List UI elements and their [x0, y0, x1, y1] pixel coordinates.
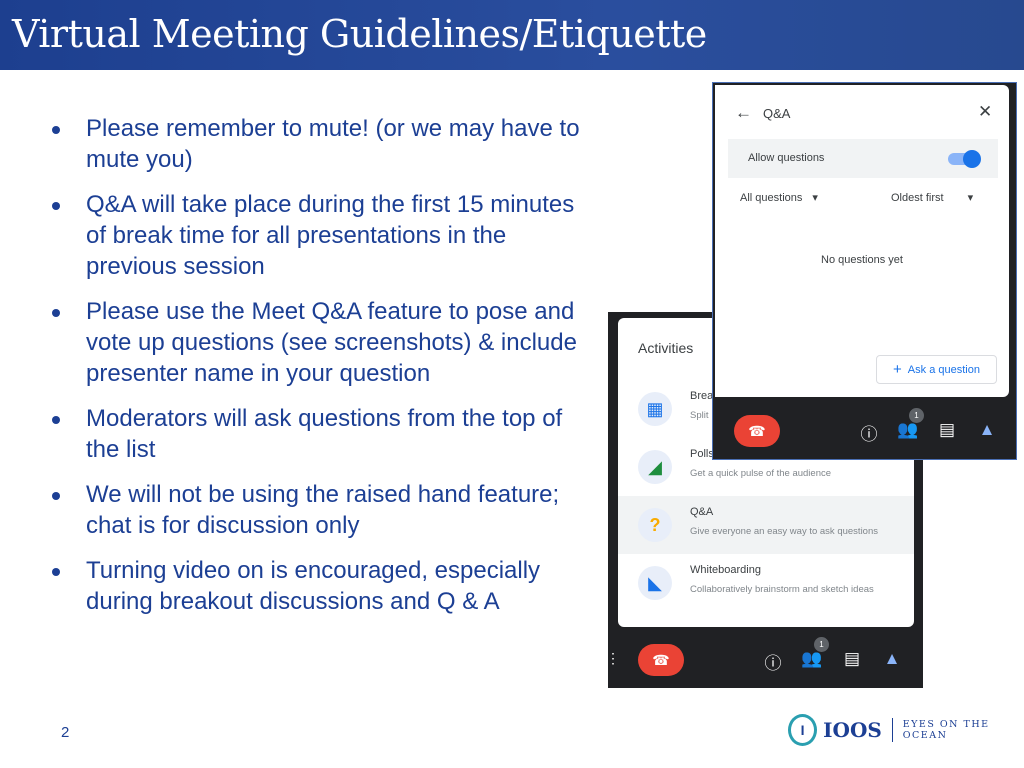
- bullet-icon: [52, 492, 60, 500]
- ask-label: Ask a question: [907, 363, 980, 376]
- bullet-item: Please remember to mute! (or we may have…: [48, 113, 588, 175]
- question-icon: ?: [638, 508, 672, 542]
- empty-state: No questions yet: [821, 254, 903, 266]
- people-badge: 1: [909, 408, 924, 423]
- ioos-logo: I IOOS EYES ON THE OCEAN: [788, 714, 1024, 746]
- dropdown-arrow-icon: ▾: [967, 192, 974, 204]
- activity-qa[interactable]: ? Q&A Give everyone an easy way to ask que…: [618, 496, 914, 554]
- info-icon[interactable]: ⓘ: [762, 649, 784, 674]
- bullet-icon: [52, 568, 60, 576]
- activity-name: Whiteboarding: [690, 564, 761, 576]
- filter-dropdown[interactable]: All questions ▾: [740, 191, 818, 204]
- bullet-item: Q&A will take place during the first 15 …: [48, 189, 588, 282]
- ask-question-button[interactable]: + Ask a question: [876, 355, 997, 384]
- ioos-logo-icon: I: [788, 714, 818, 746]
- filter-value: All questions: [740, 192, 803, 204]
- plus-icon: +: [893, 361, 902, 378]
- activities-icon[interactable]: ▲: [976, 420, 998, 440]
- activities-icon[interactable]: ▲: [881, 649, 903, 669]
- activity-desc: Collaboratively brainstorm and sketch id…: [690, 584, 874, 595]
- activity-name: Brea: [690, 390, 714, 402]
- bullet-text: Turning video on is encouraged, especial…: [86, 557, 541, 615]
- qa-title: Q&A: [763, 106, 791, 121]
- breakout-icon: ▦: [638, 392, 672, 426]
- more-options-icon[interactable]: ⋮: [602, 650, 624, 667]
- allow-questions-label: Allow questions: [748, 152, 825, 164]
- activity-desc: Split: [690, 410, 709, 421]
- hangup-button[interactable]: ☎: [734, 415, 780, 447]
- bullet-icon: [52, 416, 60, 424]
- polls-icon: ◢: [638, 450, 672, 484]
- bullet-text: We will not be using the raised hand fea…: [86, 481, 560, 539]
- page-number: 2: [61, 724, 70, 741]
- meet-toolbar: ☎ ⓘ 👥 1 ▤ ▲: [713, 399, 1016, 459]
- activity-desc: Get a quick pulse of the audience: [690, 468, 832, 479]
- bullet-icon: [52, 202, 60, 210]
- slide-title: Virtual Meeting Guidelines/Etiquette: [12, 12, 707, 56]
- title-bar: Virtual Meeting Guidelines/Etiquette: [0, 0, 1024, 70]
- sort-dropdown[interactable]: Oldest first ▾: [891, 191, 973, 204]
- bullet-item: Moderators will ask questions from the t…: [48, 403, 588, 465]
- activities-title: Activities: [638, 340, 694, 356]
- bullet-icon: [52, 309, 60, 317]
- people-icon[interactable]: 👥: [801, 649, 823, 669]
- bullet-icon: [52, 126, 60, 134]
- bullet-text: Please remember to mute! (or we may have…: [86, 115, 580, 173]
- qa-panel: ← Q&A ✕ Allow questions All questions ▾ O…: [715, 85, 1009, 397]
- activity-whiteboarding[interactable]: ◣ Whiteboarding Collaboratively brainstorm…: [618, 554, 914, 612]
- whiteboard-icon: ◣: [638, 566, 672, 600]
- bullet-text: Q&A will take place during the first 15 …: [86, 191, 575, 280]
- close-icon[interactable]: ✕: [978, 102, 992, 122]
- dropdown-arrow-icon: ▾: [812, 192, 818, 204]
- people-icon[interactable]: 👥: [897, 420, 919, 440]
- qa-screenshot: ← Q&A ✕ Allow questions All questions ▾ O…: [712, 82, 1017, 460]
- allow-questions-toggle[interactable]: [948, 150, 981, 168]
- sort-value: Oldest first: [891, 192, 944, 204]
- allow-questions-row: Allow questions: [728, 139, 998, 178]
- activity-name: Polls: [690, 448, 714, 460]
- bullet-list: Please remember to mute! (or we may have…: [48, 113, 588, 631]
- bullet-item: We will not be using the raised hand fea…: [48, 479, 588, 541]
- bullet-text: Please use the Meet Q&A feature to pose …: [86, 298, 577, 387]
- activity-name: Q&A: [690, 506, 714, 518]
- activity-desc: Give everyone an easy way to ask questio…: [690, 526, 878, 537]
- logo-name: IOOS: [823, 718, 882, 742]
- bullet-text: Moderators will ask questions from the t…: [86, 405, 563, 463]
- bullet-item: Turning video on is encouraged, especial…: [48, 555, 588, 617]
- meet-toolbar: ⋮ ☎ ⓘ 👥 1 ▤ ▲: [606, 630, 923, 690]
- chat-icon[interactable]: ▤: [936, 420, 958, 440]
- people-badge: 1: [814, 637, 829, 652]
- back-arrow-icon[interactable]: ←: [735, 103, 752, 123]
- chat-icon[interactable]: ▤: [841, 649, 863, 669]
- logo-divider: [891, 718, 893, 742]
- bullet-item: Please use the Meet Q&A feature to pose …: [48, 296, 588, 389]
- logo-tagline: EYES ON THE OCEAN: [902, 719, 990, 741]
- info-icon[interactable]: ⓘ: [858, 420, 880, 445]
- hangup-button[interactable]: ☎: [638, 644, 684, 676]
